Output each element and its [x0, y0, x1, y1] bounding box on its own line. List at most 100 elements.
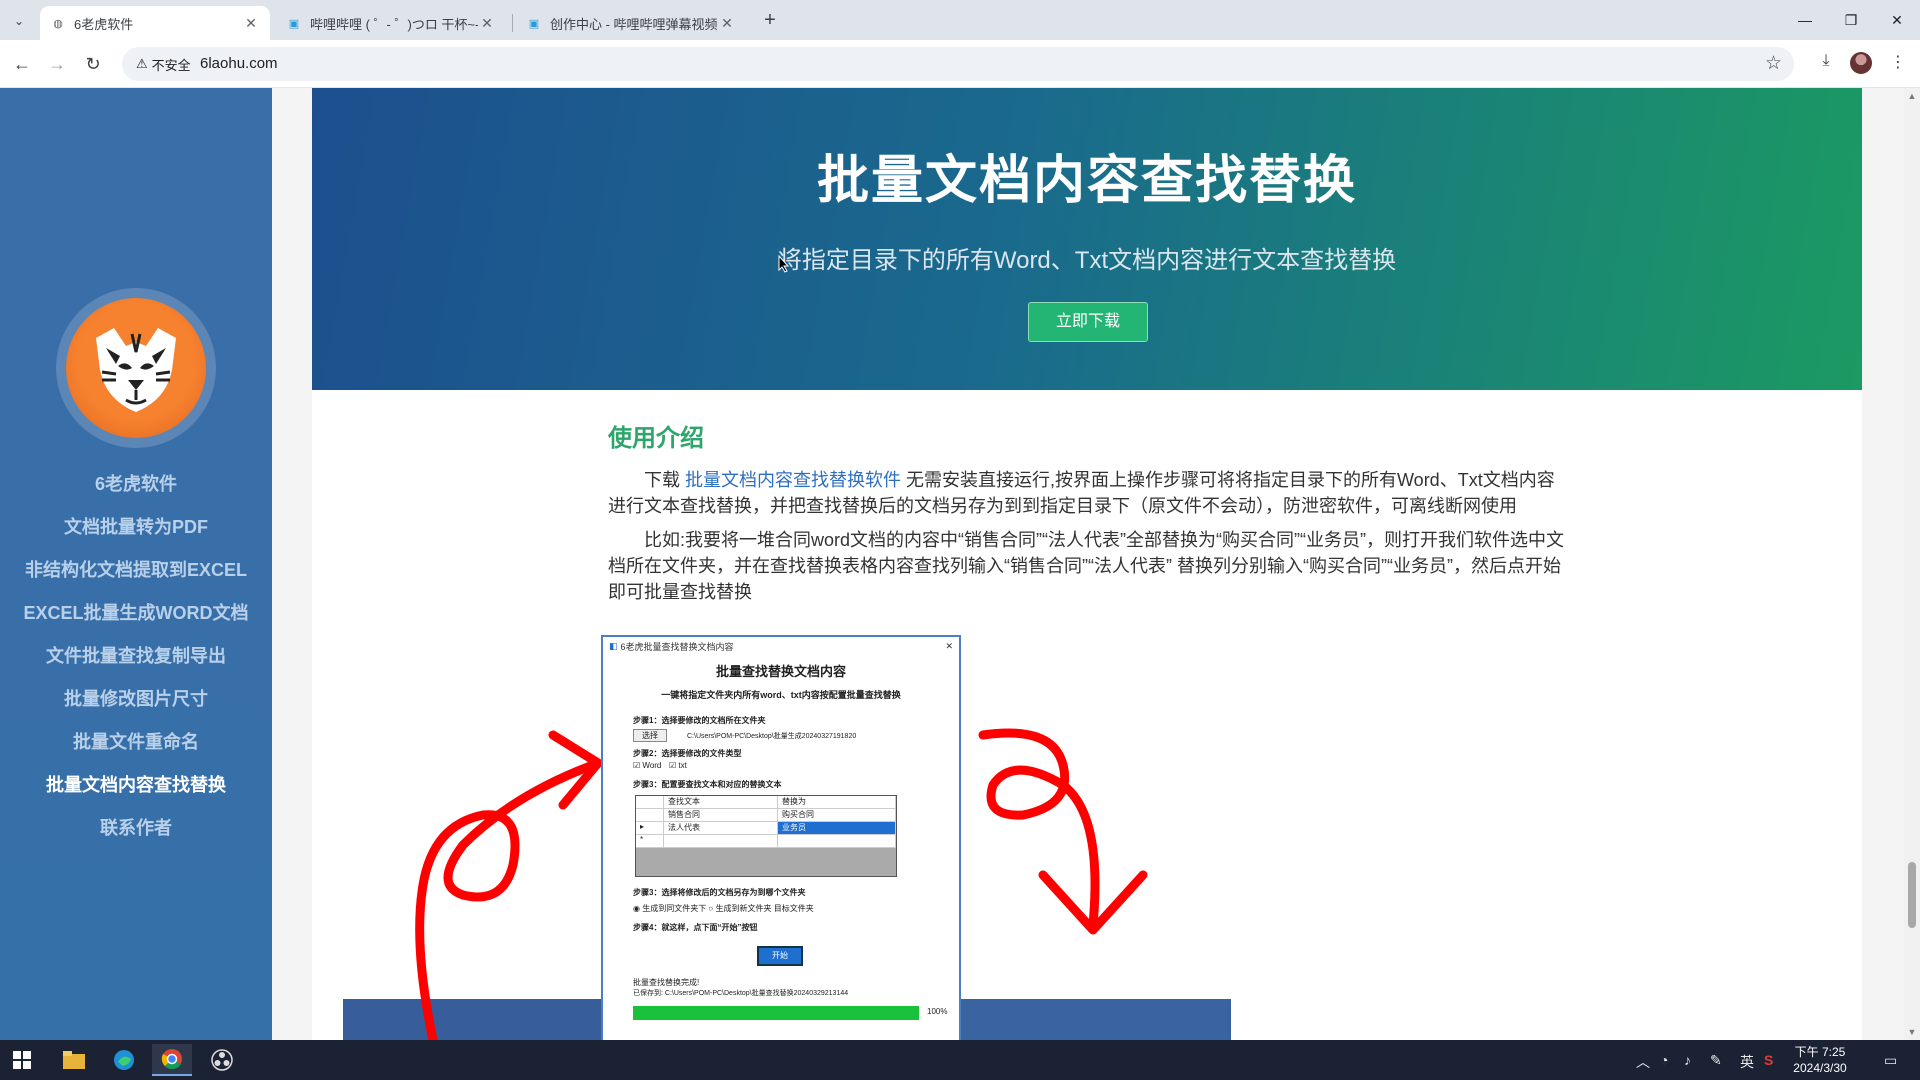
- os-taskbar: ︿ ◔ ♪ ✎ 英 S 下午 7:25 2024/3/30 ▭: [0, 1040, 1920, 1080]
- intro-paragraph-1: 下载 批量文档内容查找替换软件 无需安装直接运行,按界面上操作步骤可将将指定目录…: [608, 467, 1568, 519]
- software-download-link[interactable]: 批量文档内容查找替换软件: [685, 470, 901, 490]
- app-step3b: 步骤3：选择将修改后的文档另存为到哪个文件夹: [633, 888, 806, 897]
- network-icon[interactable]: ◔: [1660, 1052, 1668, 1068]
- row-pointer-icon: ▸: [636, 822, 664, 834]
- mouse-cursor-icon: [778, 255, 790, 273]
- security-label: 不安全: [151, 57, 191, 73]
- windows-start-icon[interactable]: [2, 1044, 42, 1076]
- tab-title: 创作中心 - 哔哩哔哩弹幕视频网: [550, 16, 718, 32]
- new-tab-plus-icon[interactable]: +: [758, 9, 782, 33]
- minimize-icon[interactable]: —: [1782, 0, 1828, 40]
- app-heading: 批量查找替换文档内容: [715, 664, 846, 679]
- intro-paragraph-2: 比如:我要将一堆合同word文档的内容中“销售合同”“法人代表”全部替换为“购买…: [608, 530, 1564, 602]
- table-header-row: 查找文本 替换为: [636, 796, 896, 809]
- table-row: 销售合同 购买合同: [636, 809, 896, 822]
- cell-find: [664, 835, 778, 847]
- row-new-icon: *: [636, 835, 664, 847]
- app-save-options: ◉ 生成到同文件夹下 ○ 生成到新文件夹 目标文件夹: [633, 904, 814, 913]
- intro-section: 使用介绍 下载 批量文档内容查找替换软件 无需安装直接运行,按界面上操作步骤可将…: [608, 418, 1568, 613]
- page-viewport: 6老虎软件 文档批量转为PDF 非结构化文档提取到EXCEL EXCEL批量生成…: [0, 88, 1904, 1040]
- tab-6laohu[interactable]: ◍ 6老虎软件 ✕: [40, 6, 270, 40]
- notification-icon[interactable]: ▭: [1884, 1052, 1897, 1069]
- profile-avatar[interactable]: [1850, 52, 1872, 74]
- app-step1: 步骤1：选择要修改的文档所在文件夹: [633, 716, 766, 725]
- app-type-word: ☑ Word: [633, 761, 662, 770]
- hero-title: 批量文档内容查找替换: [816, 152, 1357, 210]
- table-row: *: [636, 835, 896, 848]
- tab-creator-center[interactable]: ▣ 创作中心 - 哔哩哔哩弹幕视频网 ✕: [516, 6, 746, 40]
- intro-title: 使用介绍: [608, 425, 704, 452]
- sidebar-item-batch-rename[interactable]: 批量文件重命名: [0, 721, 272, 764]
- pen-input-icon[interactable]: ✎: [1710, 1052, 1722, 1069]
- taskbar-clock[interactable]: 下午 7:25 2024/3/30: [1780, 1044, 1860, 1076]
- sidebar-item-excel-to-word[interactable]: EXCEL批量生成WORD文档: [0, 592, 272, 635]
- tab-bilibili[interactable]: ▣ 哔哩哔哩 ( ゜- ゜)つロ 干杯~-bilibili ✕: [276, 6, 506, 40]
- sidebar: 6老虎软件 文档批量转为PDF 非结构化文档提取到EXCEL EXCEL批量生成…: [0, 88, 272, 1040]
- cell-find: 销售合同: [664, 809, 778, 821]
- app-done-line2: 已保存到: C:\Users\POM-PC\Desktop\批量查找替换2024…: [633, 990, 849, 997]
- app-step4: 步骤4：就这样，点下面“开始”按钮: [633, 923, 758, 932]
- sidebar-item-home[interactable]: 6老虎软件: [0, 463, 272, 506]
- app-window: ◧ 6老虎批量查找替换文档内容 ✕ 批量查找替换文档内容 一键将指定文件夹内所有…: [601, 635, 961, 1040]
- app-window-title: 6老虎批量查找替换文档内容: [620, 641, 734, 652]
- app-replace-table: 查找文本 替换为 销售合同 购买合同 ▸ 法人代表 业务员 *: [635, 795, 897, 877]
- bookmark-star-icon[interactable]: ☆: [1765, 52, 1782, 75]
- sidebar-menu: 6老虎软件 文档批量转为PDF 非结构化文档提取到EXCEL EXCEL批量生成…: [0, 463, 272, 850]
- tab-title: 哔哩哔哩 ( ゜- ゜)つロ 干杯~-bilibili: [310, 16, 478, 32]
- menu-kebab-icon[interactable]: ⋮: [1886, 52, 1910, 76]
- tab-search-chevron-icon[interactable]: ⌄: [8, 10, 30, 32]
- app-opt2: 生成到新文件夹: [715, 904, 772, 913]
- close-tab-icon[interactable]: ✕: [242, 15, 260, 32]
- security-chip[interactable]: ⚠ 不安全: [130, 53, 197, 75]
- sidebar-item-image-resize[interactable]: 批量修改图片尺寸: [0, 678, 272, 721]
- tray-chevron-up-icon[interactable]: ︿: [1636, 1052, 1650, 1072]
- sidebar-item-file-copy-export[interactable]: 文件批量查找复制导出: [0, 635, 272, 678]
- address-bar[interactable]: ⚠ 不安全 6laohu.com ☆: [122, 47, 1794, 81]
- edge-browser-icon[interactable]: [104, 1044, 144, 1076]
- logo-ring: [56, 288, 216, 448]
- app-progress-bar: [633, 1006, 919, 1020]
- scroll-down-arrow-icon[interactable]: ▼: [1904, 1024, 1920, 1040]
- sidebar-item-find-replace[interactable]: 批量文档内容查找替换: [0, 764, 272, 807]
- app-progress-label: 100%: [927, 1007, 948, 1016]
- sidebar-item-contact[interactable]: 联系作者: [0, 807, 272, 850]
- download-icon[interactable]: ⤓: [1814, 52, 1838, 76]
- download-button[interactable]: 立即下载: [1028, 302, 1148, 342]
- chrome-icon[interactable]: [152, 1044, 192, 1076]
- app-close-icon: ✕: [945, 640, 953, 651]
- app-start-label: 开始: [772, 951, 788, 960]
- bilibili-icon: ▣: [528, 17, 540, 30]
- scroll-up-arrow-icon[interactable]: ▲: [1904, 88, 1920, 104]
- sidebar-item-extract-excel[interactable]: 非结构化文档提取到EXCEL: [0, 549, 272, 592]
- file-explorer-icon[interactable]: [54, 1044, 94, 1076]
- software-screenshot-figure: ◧ 6老虎批量查找替换文档内容 ✕ 批量查找替换文档内容 一键将指定文件夹内所有…: [343, 635, 1243, 1040]
- app-step3: 步骤3：配置要查找文本和对应的替换文本: [633, 780, 782, 789]
- app-step1-path: C:\Users\POM-PC\Desktop\批量生成202403271918…: [687, 733, 857, 740]
- tab-divider: [512, 14, 513, 32]
- tab-strip: ⌄ ◍ 6老虎软件 ✕ ▣ 哔哩哔哩 ( ゜- ゜)つロ 干杯~-bilibil…: [0, 0, 1920, 40]
- reload-icon[interactable]: ↻: [79, 50, 107, 78]
- close-window-icon[interactable]: ✕: [1874, 0, 1920, 40]
- restore-icon[interactable]: ❐: [1828, 0, 1874, 40]
- volume-icon[interactable]: ♪: [1684, 1052, 1691, 1068]
- red-arrow-left-icon: [415, 730, 603, 1040]
- back-arrow-icon[interactable]: ←: [8, 50, 36, 78]
- sidebar-item-to-pdf[interactable]: 文档批量转为PDF: [0, 506, 272, 549]
- page-scrollbar[interactable]: ▲ ▼: [1904, 88, 1920, 1040]
- sogou-input-icon[interactable]: S: [1764, 1052, 1773, 1068]
- cell-replace: 购买合同: [778, 809, 896, 821]
- cell-replace: 业务员: [778, 822, 896, 834]
- warning-triangle-icon: ⚠: [136, 56, 148, 71]
- tiger-logo-icon[interactable]: [66, 298, 206, 438]
- obs-studio-icon[interactable]: [202, 1044, 242, 1076]
- close-tab-icon[interactable]: ✕: [478, 15, 496, 32]
- scroll-thumb[interactable]: [1908, 862, 1916, 928]
- tab-title: 6老虎软件: [74, 16, 134, 32]
- forward-arrow-icon[interactable]: →: [43, 50, 71, 78]
- para-prefix: 下载: [644, 470, 686, 490]
- url-text[interactable]: 6laohu.com: [200, 55, 278, 72]
- app-type-txt-label: txt: [678, 761, 687, 770]
- app-step2: 步骤2：选择要修改的文件类型: [633, 749, 742, 758]
- ime-indicator[interactable]: 英: [1740, 1052, 1754, 1072]
- close-tab-icon[interactable]: ✕: [718, 15, 736, 32]
